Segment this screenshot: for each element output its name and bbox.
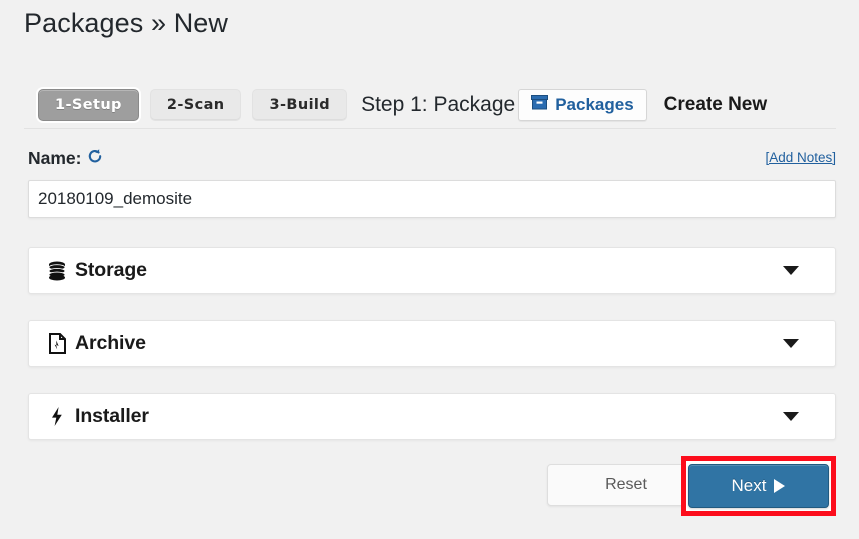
database-stack-icon [47,260,67,282]
packages-button[interactable]: Packages [518,89,646,121]
page-title: Packages » New [24,8,228,39]
refresh-undo-icon[interactable] [87,148,103,169]
panel-installer-title: Installer [75,405,149,428]
tab-2-scan[interactable]: 2-Scan [150,89,242,121]
step-label: Step 1: Package [361,93,515,117]
step-toolbar: 1-Setup 2-Scan 3-Build Step 1: Package P… [0,84,859,126]
step-tab-list: 1-Setup 2-Scan 3-Build [38,89,347,121]
archive-box-icon [531,95,548,115]
chevron-down-icon[interactable] [783,339,799,348]
name-label: Name: [28,148,82,169]
add-notes-link[interactable]: [Add Notes] [765,150,836,165]
chevron-down-icon[interactable] [783,412,799,421]
tab-1-setup[interactable]: 1-Setup [38,89,139,121]
package-builder-screen: Packages » New 1-Setup 2-Scan 3-Build St… [0,0,859,539]
file-archive-icon [47,333,67,355]
tab-3-build[interactable]: 3-Build [252,89,347,121]
name-row: Name: [Add Notes] [28,148,836,172]
panel-storage[interactable]: Storage [28,247,836,294]
name-label-group: Name: [28,148,103,169]
next-button-label: Next [732,476,767,496]
panel-archive-title: Archive [75,332,146,355]
toolbar-divider [24,128,836,129]
package-name-input[interactable]: 20180109_demosite [28,180,836,218]
lightning-bolt-icon [47,406,67,428]
play-triangle-icon [774,479,785,493]
panel-storage-title: Storage [75,259,147,282]
create-new-button[interactable]: Create New [664,94,768,116]
next-button[interactable]: Next [688,464,829,508]
packages-button-label: Packages [555,95,633,115]
panel-archive[interactable]: Archive [28,320,836,367]
panel-installer[interactable]: Installer [28,393,836,440]
chevron-down-icon[interactable] [783,266,799,275]
